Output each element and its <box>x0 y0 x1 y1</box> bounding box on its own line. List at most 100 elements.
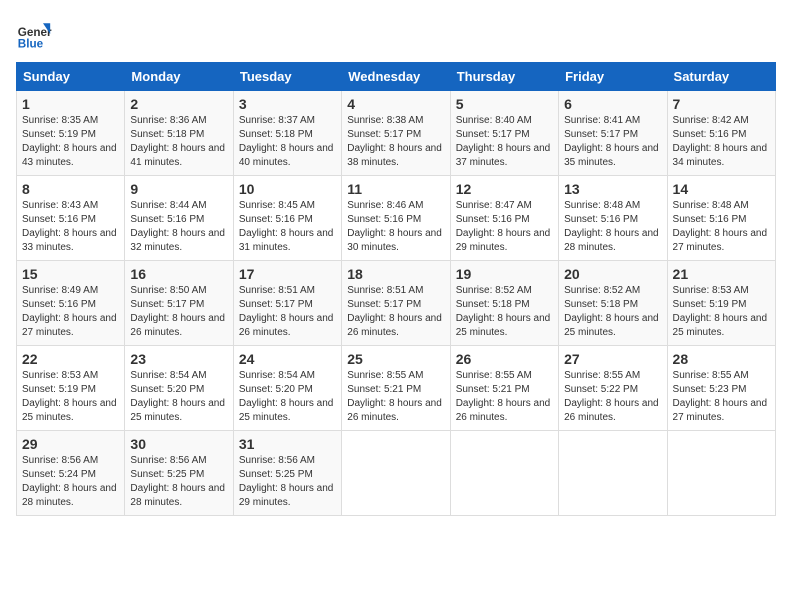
day-detail: Sunrise: 8:55 AMSunset: 5:22 PMDaylight:… <box>564 370 659 423</box>
day-number: 12 <box>456 181 553 197</box>
day-detail: Sunrise: 8:54 AMSunset: 5:20 PMDaylight:… <box>239 370 334 423</box>
day-detail: Sunrise: 8:49 AMSunset: 5:16 PMDaylight:… <box>22 285 117 338</box>
day-number: 31 <box>239 436 336 452</box>
day-detail: Sunrise: 8:43 AMSunset: 5:16 PMDaylight:… <box>22 200 117 253</box>
calendar-cell <box>450 431 558 516</box>
weekday-header-row: SundayMondayTuesdayWednesdayThursdayFrid… <box>17 63 776 91</box>
day-number: 2 <box>130 96 227 112</box>
calendar-cell: 13 Sunrise: 8:48 AMSunset: 5:16 PMDaylig… <box>559 176 667 261</box>
day-number: 8 <box>22 181 119 197</box>
day-number: 25 <box>347 351 444 367</box>
calendar-cell: 14 Sunrise: 8:48 AMSunset: 5:16 PMDaylig… <box>667 176 775 261</box>
calendar-cell <box>559 431 667 516</box>
day-detail: Sunrise: 8:45 AMSunset: 5:16 PMDaylight:… <box>239 200 334 253</box>
calendar-cell: 23 Sunrise: 8:54 AMSunset: 5:20 PMDaylig… <box>125 346 233 431</box>
page-header: General Blue <box>16 16 776 52</box>
day-number: 17 <box>239 266 336 282</box>
day-number: 5 <box>456 96 553 112</box>
day-detail: Sunrise: 8:50 AMSunset: 5:17 PMDaylight:… <box>130 285 225 338</box>
calendar-cell: 3 Sunrise: 8:37 AMSunset: 5:18 PMDayligh… <box>233 91 341 176</box>
day-detail: Sunrise: 8:47 AMSunset: 5:16 PMDaylight:… <box>456 200 551 253</box>
calendar-cell <box>667 431 775 516</box>
day-detail: Sunrise: 8:48 AMSunset: 5:16 PMDaylight:… <box>673 200 768 253</box>
calendar-cell: 2 Sunrise: 8:36 AMSunset: 5:18 PMDayligh… <box>125 91 233 176</box>
calendar-table: SundayMondayTuesdayWednesdayThursdayFrid… <box>16 62 776 516</box>
day-detail: Sunrise: 8:52 AMSunset: 5:18 PMDaylight:… <box>564 285 659 338</box>
calendar-cell: 4 Sunrise: 8:38 AMSunset: 5:17 PMDayligh… <box>342 91 450 176</box>
calendar-cell: 24 Sunrise: 8:54 AMSunset: 5:20 PMDaylig… <box>233 346 341 431</box>
calendar-cell: 9 Sunrise: 8:44 AMSunset: 5:16 PMDayligh… <box>125 176 233 261</box>
day-detail: Sunrise: 8:36 AMSunset: 5:18 PMDaylight:… <box>130 115 225 168</box>
day-number: 9 <box>130 181 227 197</box>
day-number: 15 <box>22 266 119 282</box>
calendar-week-row: 1 Sunrise: 8:35 AMSunset: 5:19 PMDayligh… <box>17 91 776 176</box>
day-detail: Sunrise: 8:52 AMSunset: 5:18 PMDaylight:… <box>456 285 551 338</box>
day-number: 22 <box>22 351 119 367</box>
weekday-header-monday: Monday <box>125 63 233 91</box>
calendar-cell: 17 Sunrise: 8:51 AMSunset: 5:17 PMDaylig… <box>233 261 341 346</box>
day-number: 23 <box>130 351 227 367</box>
day-number: 29 <box>22 436 119 452</box>
calendar-cell: 16 Sunrise: 8:50 AMSunset: 5:17 PMDaylig… <box>125 261 233 346</box>
day-detail: Sunrise: 8:51 AMSunset: 5:17 PMDaylight:… <box>347 285 442 338</box>
day-number: 21 <box>673 266 770 282</box>
calendar-cell: 27 Sunrise: 8:55 AMSunset: 5:22 PMDaylig… <box>559 346 667 431</box>
calendar-cell: 12 Sunrise: 8:47 AMSunset: 5:16 PMDaylig… <box>450 176 558 261</box>
weekday-header-thursday: Thursday <box>450 63 558 91</box>
day-number: 6 <box>564 96 661 112</box>
calendar-cell: 28 Sunrise: 8:55 AMSunset: 5:23 PMDaylig… <box>667 346 775 431</box>
day-number: 19 <box>456 266 553 282</box>
day-detail: Sunrise: 8:56 AMSunset: 5:24 PMDaylight:… <box>22 455 117 508</box>
calendar-cell: 20 Sunrise: 8:52 AMSunset: 5:18 PMDaylig… <box>559 261 667 346</box>
day-detail: Sunrise: 8:42 AMSunset: 5:16 PMDaylight:… <box>673 115 768 168</box>
calendar-cell: 5 Sunrise: 8:40 AMSunset: 5:17 PMDayligh… <box>450 91 558 176</box>
day-number: 28 <box>673 351 770 367</box>
day-detail: Sunrise: 8:35 AMSunset: 5:19 PMDaylight:… <box>22 115 117 168</box>
day-detail: Sunrise: 8:44 AMSunset: 5:16 PMDaylight:… <box>130 200 225 253</box>
day-number: 11 <box>347 181 444 197</box>
day-detail: Sunrise: 8:53 AMSunset: 5:19 PMDaylight:… <box>673 285 768 338</box>
day-detail: Sunrise: 8:54 AMSunset: 5:20 PMDaylight:… <box>130 370 225 423</box>
day-number: 4 <box>347 96 444 112</box>
day-detail: Sunrise: 8:53 AMSunset: 5:19 PMDaylight:… <box>22 370 117 423</box>
calendar-week-row: 22 Sunrise: 8:53 AMSunset: 5:19 PMDaylig… <box>17 346 776 431</box>
logo-icon: General Blue <box>16 16 52 52</box>
day-number: 10 <box>239 181 336 197</box>
calendar-week-row: 29 Sunrise: 8:56 AMSunset: 5:24 PMDaylig… <box>17 431 776 516</box>
day-detail: Sunrise: 8:46 AMSunset: 5:16 PMDaylight:… <box>347 200 442 253</box>
calendar-cell: 30 Sunrise: 8:56 AMSunset: 5:25 PMDaylig… <box>125 431 233 516</box>
day-number: 18 <box>347 266 444 282</box>
day-detail: Sunrise: 8:37 AMSunset: 5:18 PMDaylight:… <box>239 115 334 168</box>
day-number: 7 <box>673 96 770 112</box>
day-detail: Sunrise: 8:51 AMSunset: 5:17 PMDaylight:… <box>239 285 334 338</box>
calendar-cell: 11 Sunrise: 8:46 AMSunset: 5:16 PMDaylig… <box>342 176 450 261</box>
logo: General Blue <box>16 16 56 52</box>
calendar-week-row: 15 Sunrise: 8:49 AMSunset: 5:16 PMDaylig… <box>17 261 776 346</box>
weekday-header-friday: Friday <box>559 63 667 91</box>
calendar-cell: 10 Sunrise: 8:45 AMSunset: 5:16 PMDaylig… <box>233 176 341 261</box>
day-detail: Sunrise: 8:41 AMSunset: 5:17 PMDaylight:… <box>564 115 659 168</box>
calendar-week-row: 8 Sunrise: 8:43 AMSunset: 5:16 PMDayligh… <box>17 176 776 261</box>
day-number: 16 <box>130 266 227 282</box>
calendar-cell: 8 Sunrise: 8:43 AMSunset: 5:16 PMDayligh… <box>17 176 125 261</box>
day-detail: Sunrise: 8:56 AMSunset: 5:25 PMDaylight:… <box>130 455 225 508</box>
day-detail: Sunrise: 8:56 AMSunset: 5:25 PMDaylight:… <box>239 455 334 508</box>
day-number: 3 <box>239 96 336 112</box>
day-detail: Sunrise: 8:55 AMSunset: 5:23 PMDaylight:… <box>673 370 768 423</box>
calendar-cell: 6 Sunrise: 8:41 AMSunset: 5:17 PMDayligh… <box>559 91 667 176</box>
day-number: 1 <box>22 96 119 112</box>
day-detail: Sunrise: 8:55 AMSunset: 5:21 PMDaylight:… <box>456 370 551 423</box>
calendar-cell: 19 Sunrise: 8:52 AMSunset: 5:18 PMDaylig… <box>450 261 558 346</box>
day-number: 24 <box>239 351 336 367</box>
day-detail: Sunrise: 8:40 AMSunset: 5:17 PMDaylight:… <box>456 115 551 168</box>
calendar-cell: 26 Sunrise: 8:55 AMSunset: 5:21 PMDaylig… <box>450 346 558 431</box>
day-number: 27 <box>564 351 661 367</box>
calendar-cell <box>342 431 450 516</box>
day-detail: Sunrise: 8:48 AMSunset: 5:16 PMDaylight:… <box>564 200 659 253</box>
day-number: 26 <box>456 351 553 367</box>
calendar-cell: 18 Sunrise: 8:51 AMSunset: 5:17 PMDaylig… <box>342 261 450 346</box>
weekday-header-wednesday: Wednesday <box>342 63 450 91</box>
calendar-cell: 25 Sunrise: 8:55 AMSunset: 5:21 PMDaylig… <box>342 346 450 431</box>
calendar-cell: 22 Sunrise: 8:53 AMSunset: 5:19 PMDaylig… <box>17 346 125 431</box>
day-detail: Sunrise: 8:38 AMSunset: 5:17 PMDaylight:… <box>347 115 442 168</box>
